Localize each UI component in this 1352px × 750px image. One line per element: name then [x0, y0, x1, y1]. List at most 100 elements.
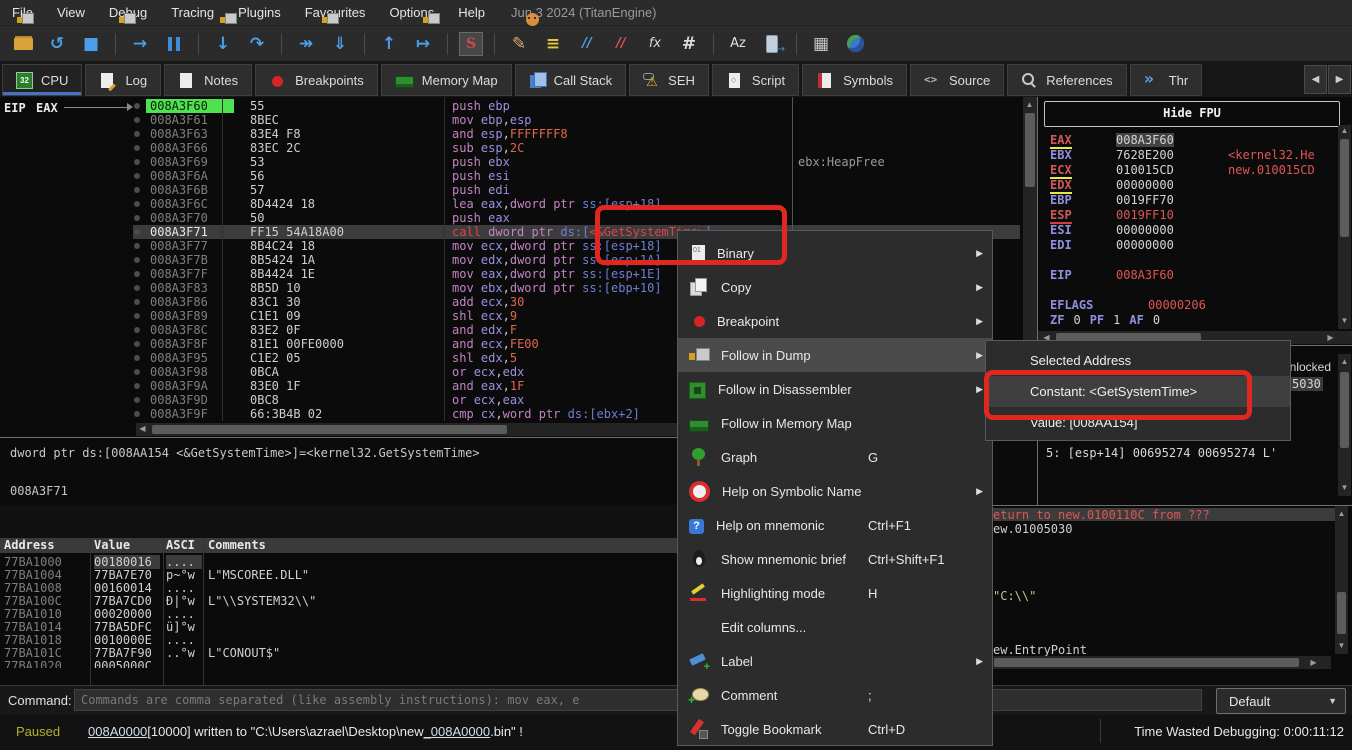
- register-row-esi[interactable]: ESI00000000: [1038, 223, 1338, 238]
- stop-button[interactable]: ■: [78, 31, 104, 57]
- pause-button[interactable]: [161, 31, 187, 57]
- breakpoint-dot[interactable]: [134, 131, 140, 137]
- hide-fpu-button[interactable]: Hide FPU: [1044, 101, 1340, 127]
- tab-scroll-right-button[interactable]: ▶: [1328, 65, 1351, 94]
- menu-item-label[interactable]: Label▶: [678, 644, 992, 678]
- dump-value-cell[interactable]: 77BA7F90: [94, 646, 160, 660]
- calling-convention-select[interactable]: Default ▼: [1216, 688, 1346, 714]
- breakpoint-dot[interactable]: [134, 327, 140, 333]
- restart-button[interactable]: ↺: [44, 31, 70, 57]
- dump-value-cell[interactable]: 00180016: [94, 555, 160, 569]
- submenu-item-selected-address[interactable]: Selected Address: [986, 345, 1290, 376]
- flag-value[interactable]: 1: [1113, 313, 1120, 328]
- disasm-row[interactable]: 008A3F6A56push esi: [0, 169, 1020, 183]
- register-row-eip[interactable]: EIP008A3F60: [1038, 268, 1338, 283]
- breakpoint-dot[interactable]: [134, 173, 140, 179]
- dump-value-cell[interactable]: 77BA7E70: [94, 568, 160, 582]
- register-row-eflags[interactable]: EFLAGS00000206: [1038, 298, 1338, 313]
- column-header-comments[interactable]: Comments: [208, 538, 266, 552]
- disasm-hscroll-thumb[interactable]: [152, 425, 507, 434]
- tab-cpu[interactable]: CPU: [2, 64, 82, 96]
- argument-row[interactable]: 5: [esp+14] 00695274 00695274 L': [1046, 446, 1277, 460]
- stack-row[interactable]: "C:\\": [993, 589, 1331, 602]
- tab-script[interactable]: Script: [712, 64, 799, 96]
- menu-item-graph[interactable]: GraphG: [678, 440, 992, 474]
- breakpoint-dot[interactable]: [134, 117, 140, 123]
- breakpoint-dot[interactable]: [134, 369, 140, 375]
- disasm-row[interactable]: 008A3F6383E4 F8and esp,FFFFFFF8: [0, 127, 1020, 141]
- disasm-row[interactable]: 008A3F6953push ebxebx:HeapFree: [0, 155, 1020, 169]
- command-input[interactable]: [74, 689, 1202, 711]
- stack-row[interactable]: eturn to new.0100110C from ???: [991, 508, 1335, 521]
- calculator-button[interactable]: ▦: [808, 31, 834, 57]
- tab-seh[interactable]: SEH: [629, 64, 709, 96]
- flag-value[interactable]: 0: [1153, 313, 1160, 328]
- scroll-up-arrow[interactable]: ▲: [1335, 508, 1348, 520]
- breakpoint-dot[interactable]: [134, 159, 140, 165]
- disasm-row[interactable]: 008A3F6B57push edi: [0, 183, 1020, 197]
- status-address-link[interactable]: _008A0000: [424, 724, 491, 739]
- column-header-asci[interactable]: ASCI: [166, 538, 195, 552]
- menu-item-follow-in-memory-map[interactable]: Follow in Memory Map: [678, 406, 992, 440]
- tab-symbols[interactable]: Symbols: [802, 64, 907, 96]
- column-header-value[interactable]: Value: [94, 538, 130, 552]
- register-value[interactable]: 0019FF10: [1116, 208, 1174, 222]
- menu-item-toggle-bookmark[interactable]: Toggle BookmarkCtrl+D: [678, 712, 992, 746]
- menu-item-help-on-mnemonic[interactable]: Help on mnemonicCtrl+F1: [678, 508, 992, 542]
- menu-item-help-on-symbolic-name[interactable]: Help on Symbolic Name▶: [678, 474, 992, 508]
- scroll-down-arrow[interactable]: ▼: [1335, 640, 1348, 652]
- trace-into-button[interactable]: //: [574, 31, 600, 57]
- disasm-row[interactable]: 008A3F6055push ebp: [0, 99, 1020, 113]
- menu-item-breakpoint[interactable]: Breakpoint▶: [678, 304, 992, 338]
- dump-value-cell[interactable]: 0005000C: [94, 659, 160, 668]
- run-to-user-code-button[interactable]: ↠: [293, 31, 319, 57]
- menu-view[interactable]: View: [45, 5, 97, 20]
- tab-scroll-left-button[interactable]: ◀: [1304, 65, 1327, 94]
- tab-log[interactable]: Log: [85, 64, 161, 96]
- preferences-button[interactable]: Az: [725, 31, 751, 57]
- status-address-link[interactable]: 008A0000: [88, 724, 147, 739]
- disasm-row[interactable]: 008A3F6683EC 2Csub esp,2C: [0, 141, 1020, 155]
- menu-item-edit-columns[interactable]: Edit columns...: [678, 610, 992, 644]
- breakpoint-dot[interactable]: [134, 383, 140, 389]
- register-row-ebp[interactable]: EBP0019FF70: [1038, 193, 1338, 208]
- functions-button[interactable]: fx: [642, 31, 668, 57]
- scroll-right-arrow[interactable]: ▶: [1324, 332, 1337, 344]
- tab-call-stack[interactable]: Call Stack: [515, 64, 627, 96]
- menu-item-binary[interactable]: Binary▶: [678, 236, 992, 270]
- breakpoint-dot[interactable]: [134, 397, 140, 403]
- tab-source[interactable]: Source: [910, 64, 1004, 96]
- register-row-edi[interactable]: EDI00000000: [1038, 238, 1338, 253]
- tab-notes[interactable]: Notes: [164, 64, 252, 96]
- dump-value-cell[interactable]: 00160014: [94, 581, 160, 595]
- registers-vscroll-thumb[interactable]: [1340, 139, 1349, 237]
- menu-help[interactable]: Help: [446, 5, 497, 20]
- dump-value-cell[interactable]: 77BA7CD0: [94, 594, 160, 608]
- disasm-vscroll-thumb[interactable]: [1025, 113, 1035, 187]
- register-value[interactable]: 008A3F60: [1116, 133, 1174, 147]
- register-row-esp[interactable]: ESP0019FF10: [1038, 208, 1338, 223]
- scroll-up-arrow[interactable]: ▲: [1338, 125, 1351, 137]
- breakpoint-dot[interactable]: [134, 341, 140, 347]
- tab-thr[interactable]: Thr: [1130, 64, 1203, 96]
- breakpoint-dot[interactable]: [134, 103, 140, 109]
- step-out-button[interactable]: ↑: [376, 31, 402, 57]
- patches-button[interactable]: ✎: [506, 31, 532, 57]
- register-row-ecx[interactable]: ECX010015CDnew.010015CD: [1038, 163, 1338, 178]
- scroll-down-arrow[interactable]: ▼: [1338, 315, 1351, 327]
- tab-breakpoints[interactable]: Breakpoints: [255, 64, 378, 96]
- menu-item-show-mnemonic-brief[interactable]: Show mnemonic briefCtrl+Shift+F1: [678, 542, 992, 576]
- scroll-right-arrow[interactable]: ▶: [1307, 657, 1320, 669]
- stack-row[interactable]: ew.EntryPoint: [993, 643, 1331, 656]
- menu-item-follow-in-dump[interactable]: Follow in Dump▶: [678, 338, 992, 372]
- seh-chain-button[interactable]: S: [459, 32, 483, 56]
- favourites-toolbar-button[interactable]: ≡: [540, 31, 566, 57]
- arguments-vscroll-thumb[interactable]: [1340, 372, 1349, 448]
- disasm-row[interactable]: 008A3F7050push eax: [0, 211, 1020, 225]
- stack-row[interactable]: ew.01005030: [993, 522, 1331, 535]
- register-value[interactable]: 00000000: [1116, 223, 1174, 237]
- dump-value-cell[interactable]: 00020000: [94, 607, 160, 621]
- menu-item-follow-in-disassembler[interactable]: Follow in Disassembler▶: [678, 372, 992, 406]
- open-file-button[interactable]: [10, 31, 36, 57]
- register-value[interactable]: 008A3F60: [1116, 268, 1174, 282]
